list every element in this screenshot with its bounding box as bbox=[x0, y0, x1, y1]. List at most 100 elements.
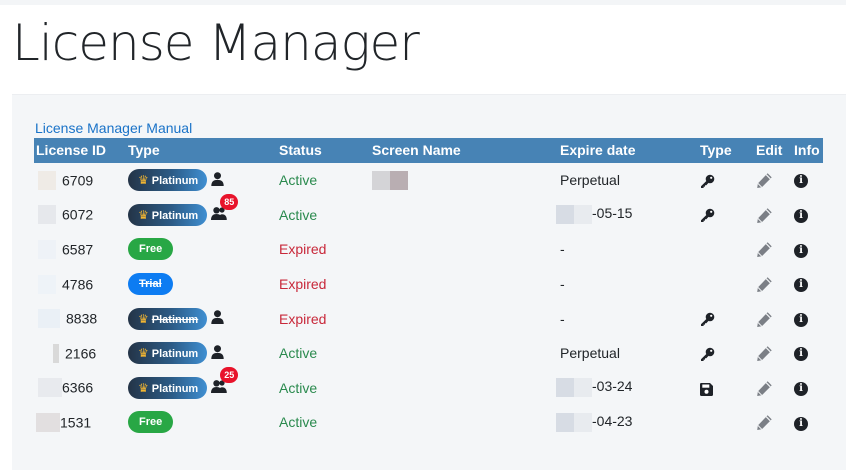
edit-cell bbox=[754, 198, 792, 233]
users-icon: 25 bbox=[211, 367, 239, 396]
pencil-icon[interactable] bbox=[756, 379, 773, 396]
save-icon bbox=[700, 380, 713, 396]
pencil-icon[interactable] bbox=[756, 310, 773, 327]
expire-date: Perpetual bbox=[560, 345, 620, 362]
status-text: Active bbox=[279, 172, 318, 189]
license-id: 2166 bbox=[65, 345, 97, 362]
key-icon bbox=[700, 206, 715, 223]
license-id: 6366 bbox=[62, 379, 94, 396]
edit-cell bbox=[754, 371, 792, 406]
redacted-date-prefix bbox=[556, 205, 592, 225]
screen-name-cell bbox=[370, 198, 558, 233]
info-icon[interactable]: i bbox=[794, 243, 808, 258]
expire-date-cell: -04-23 bbox=[556, 405, 698, 440]
expire-date: -04-23 bbox=[592, 413, 633, 430]
col-expire-date[interactable]: Expire date bbox=[558, 138, 698, 163]
crown-icon: ♛ bbox=[138, 380, 149, 395]
col-screen-name[interactable]: Screen Name bbox=[370, 138, 558, 163]
info-icon[interactable]: i bbox=[794, 209, 808, 224]
redacted-id-prefix bbox=[53, 343, 59, 363]
pencil-icon[interactable] bbox=[756, 206, 773, 223]
edit-cell bbox=[754, 301, 792, 336]
plan-cell: Trial bbox=[126, 267, 277, 302]
info-cell: i bbox=[792, 405, 823, 440]
plan-cell: ♛ Platinum bbox=[126, 163, 277, 198]
table-header-row: License ID Type Status Screen Name Expir… bbox=[34, 138, 823, 163]
crown-icon: ♛ bbox=[138, 346, 149, 361]
plan-badge: ♛ Platinum bbox=[128, 376, 208, 399]
manual-link[interactable]: License Manager Manual bbox=[35, 120, 192, 136]
pencil-icon[interactable] bbox=[756, 344, 773, 362]
col-license-id[interactable]: License ID bbox=[34, 138, 126, 163]
plan-badge: ♛ Platinum bbox=[128, 169, 208, 192]
license-id-cell: 6709 bbox=[34, 163, 126, 198]
plan-badge: ♛ Platinum bbox=[128, 203, 208, 226]
info-icon[interactable]: i bbox=[794, 312, 808, 327]
screen-name-cell bbox=[370, 301, 558, 336]
pencil-icon[interactable] bbox=[756, 414, 773, 431]
plan-badge: Free bbox=[128, 238, 174, 261]
info-icon[interactable]: i bbox=[794, 174, 808, 189]
info-icon[interactable]: i bbox=[794, 416, 808, 431]
page-title: License Manager bbox=[12, 14, 420, 72]
license-id-cell: 2166 bbox=[34, 336, 126, 371]
license-id: 6709 bbox=[62, 172, 94, 189]
license-type-icon-cell bbox=[698, 198, 754, 233]
license-type-icon-cell bbox=[698, 232, 754, 267]
status-text: Active bbox=[279, 414, 318, 431]
plan-cell: ♛ Platinum bbox=[126, 301, 277, 336]
status-text: Active bbox=[279, 206, 318, 223]
col-key-type[interactable]: Type bbox=[698, 138, 754, 163]
user-icon bbox=[211, 344, 224, 362]
expire-date: - bbox=[560, 276, 565, 293]
top-strip bbox=[0, 0, 846, 5]
screen-name-cell bbox=[370, 336, 558, 371]
expire-date: -05-15 bbox=[592, 205, 633, 222]
expire-date: Perpetual bbox=[560, 172, 620, 189]
plan-label: Platinum bbox=[151, 209, 199, 222]
key-icon bbox=[700, 172, 715, 188]
status-text: Active bbox=[279, 345, 318, 362]
license-id: 4786 bbox=[62, 276, 94, 293]
pencil-icon[interactable] bbox=[756, 241, 773, 258]
plan-cell: Free bbox=[126, 232, 277, 267]
col-status[interactable]: Status bbox=[277, 138, 370, 163]
col-type[interactable]: Type bbox=[126, 138, 277, 163]
key-icon bbox=[700, 310, 715, 327]
license-panel: License Manager Manual License ID Type S… bbox=[12, 94, 846, 470]
screen-name-cell bbox=[370, 371, 558, 406]
redacted-id-prefix bbox=[38, 239, 56, 259]
plan-label: Platinum bbox=[151, 382, 199, 395]
pencil-icon[interactable] bbox=[756, 171, 773, 189]
expire-date: - bbox=[560, 241, 565, 258]
expire-date-cell: - bbox=[558, 267, 698, 302]
license-type-icon-cell bbox=[698, 267, 754, 302]
redacted-id-prefix bbox=[38, 309, 60, 329]
info-icon[interactable]: i bbox=[794, 347, 808, 362]
plan-label: Platinum bbox=[151, 313, 199, 326]
plan-cell: Free bbox=[126, 405, 277, 440]
info-icon[interactable]: i bbox=[794, 382, 808, 396]
plan-badge: Free bbox=[128, 411, 174, 434]
redacted-id-prefix bbox=[38, 274, 56, 294]
expire-date-cell: -03-24 bbox=[556, 371, 698, 406]
license-id: 6587 bbox=[62, 241, 94, 258]
table-row: 6709 ♛ Platinum Active Perpetual i bbox=[34, 163, 823, 198]
table-row: 1531 Free Active -04-23 i bbox=[34, 405, 823, 440]
redacted-screen-name bbox=[372, 170, 408, 190]
table-row: 6587 Free Expired - i bbox=[34, 232, 823, 267]
edit-cell bbox=[754, 405, 792, 440]
license-type-icon-cell bbox=[698, 371, 754, 406]
plan-label: Free bbox=[139, 243, 163, 256]
plan-badge: Trial bbox=[128, 273, 173, 296]
pencil-icon[interactable] bbox=[756, 275, 773, 292]
user-icon bbox=[211, 310, 224, 327]
license-type-icon-cell bbox=[698, 163, 754, 198]
status-text: Expired bbox=[279, 241, 327, 258]
screen-name-cell bbox=[370, 267, 558, 302]
status-text: Expired bbox=[279, 310, 327, 327]
info-cell: i bbox=[792, 163, 823, 198]
info-icon[interactable]: i bbox=[794, 278, 808, 293]
table-row: 6366 ♛ Platinum 25 Active -03-24 i bbox=[34, 367, 823, 406]
redacted-id-prefix bbox=[38, 170, 56, 190]
